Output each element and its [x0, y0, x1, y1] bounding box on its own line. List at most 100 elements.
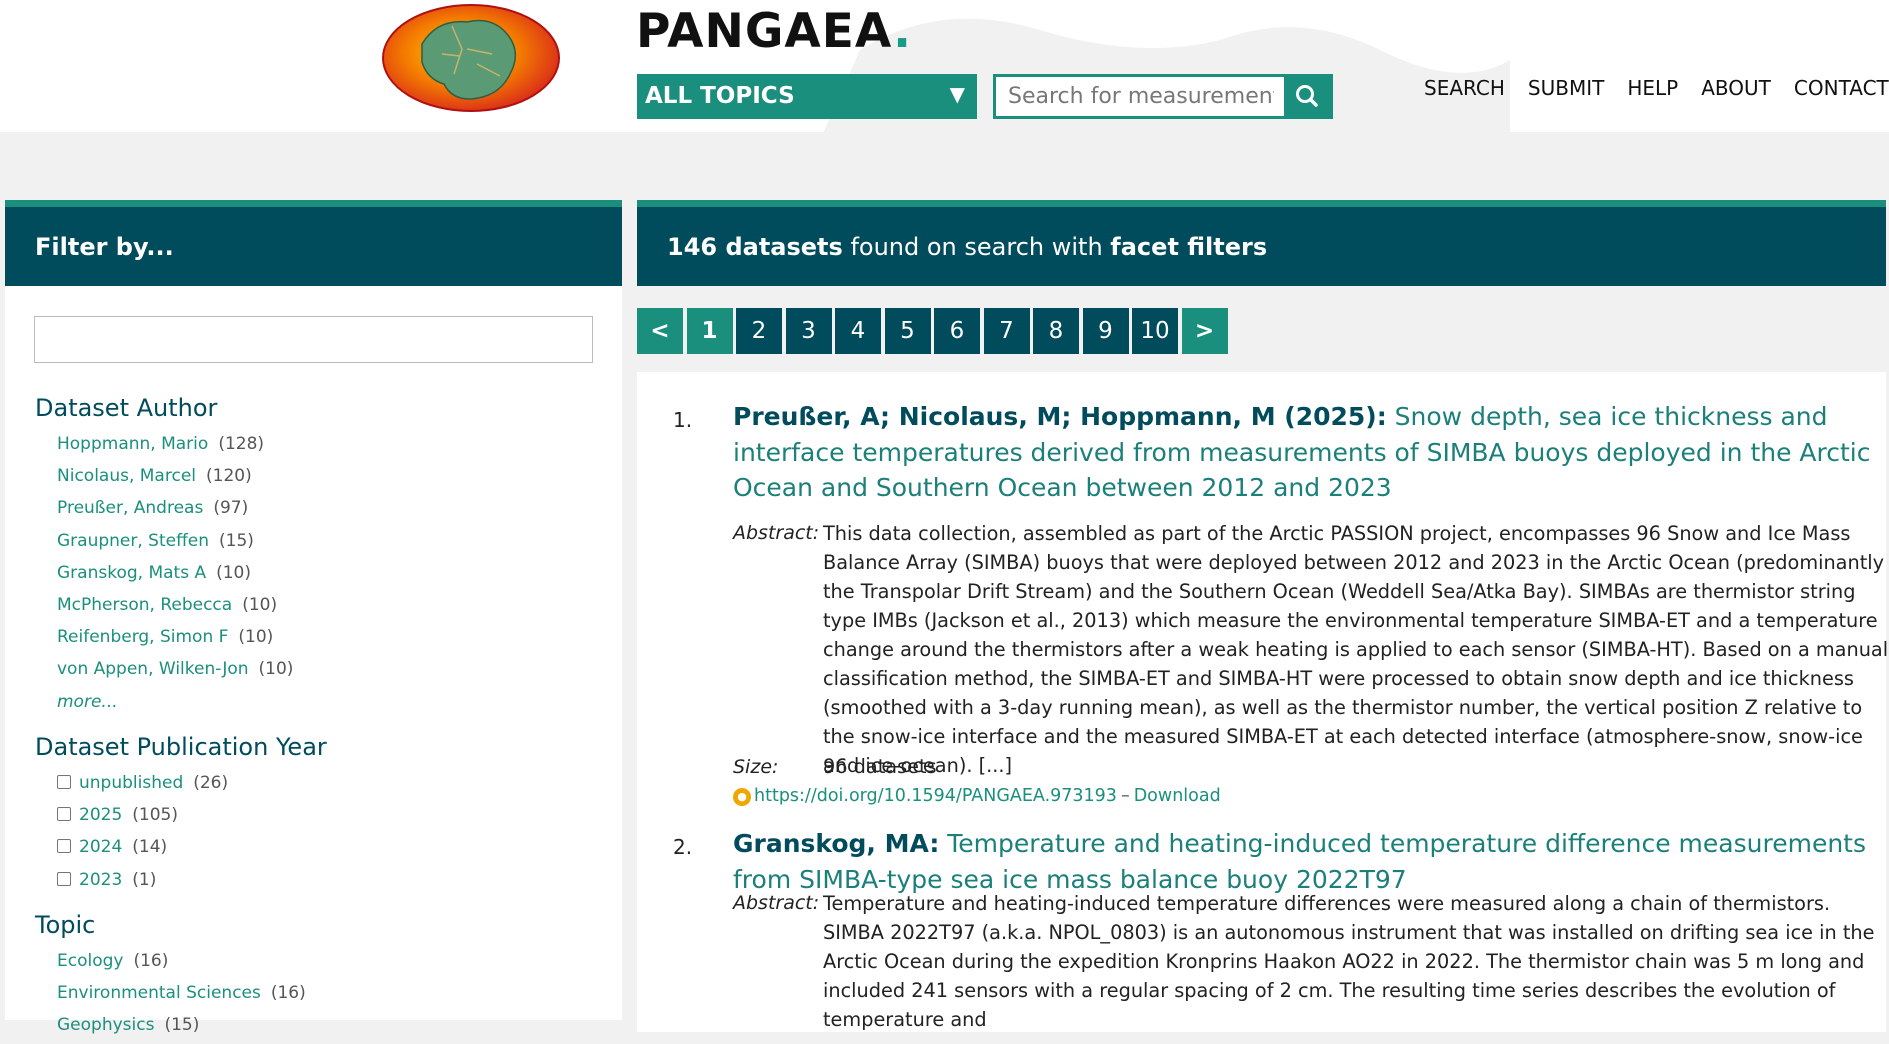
facet-item: unpublished (26) — [35, 769, 327, 801]
facet-item: 2025 (105) — [35, 801, 327, 833]
nav-submit[interactable]: SUBMIT — [1528, 76, 1604, 100]
facet-item: Graupner, Steffen (15) — [35, 527, 293, 559]
filter-sidebar: Filter by... Dataset Author Hoppmann, Ma… — [5, 200, 622, 1035]
facet-count: (128) — [218, 434, 265, 454]
dropdown-arrow-icon: ▼ — [949, 82, 965, 106]
pangaea-logo[interactable] — [382, 4, 560, 112]
facet-link[interactable]: Granskog, Mats A — [57, 563, 206, 583]
page-1[interactable]: 1 — [686, 308, 733, 354]
result-citation[interactable]: Granskog, MA: Temperature and heating-in… — [733, 826, 1873, 897]
facet-author: Dataset Author Hoppmann, Mario (128) Nico… — [35, 394, 293, 720]
facet-item: Ecology (16) — [35, 947, 306, 979]
page-8[interactable]: 8 — [1033, 308, 1079, 354]
facet-link[interactable]: Geophysics — [57, 1015, 154, 1035]
download-link[interactable]: Download — [1134, 786, 1221, 806]
abstract-label: Abstract: — [733, 522, 820, 544]
facet-checkbox[interactable] — [57, 807, 71, 822]
search-icon — [1296, 85, 1318, 107]
facet-link[interactable]: Hoppmann, Mario — [57, 434, 208, 454]
facet-count: (120) — [206, 466, 252, 487]
facet-item: Reifenberg, Simon F (10) — [35, 623, 293, 655]
nav-contact[interactable]: CONTACT — [1794, 76, 1889, 100]
facet-checkbox[interactable] — [57, 839, 71, 854]
facet-link[interactable]: 2023 — [79, 870, 122, 890]
result-authors[interactable]: Preußer, A; Nicolaus, M; Hoppmann, M (20… — [733, 402, 1387, 431]
facet-link[interactable]: unpublished — [79, 773, 183, 793]
facet-more-link[interactable]: more... — [57, 692, 118, 712]
size-label: Size: — [733, 756, 779, 778]
search-input[interactable] — [996, 77, 1286, 116]
facet-count: (1) — [132, 869, 157, 890]
facet-title: Topic — [35, 911, 96, 939]
facet-title: Dataset Author — [35, 394, 218, 422]
result-abstract: This data collection, assembled as part … — [823, 522, 1889, 777]
page-6[interactable]: 6 — [934, 308, 980, 354]
abstract-label: Abstract: — [733, 892, 820, 914]
topics-dropdown-label: ALL TOPICS — [645, 83, 795, 109]
page-prev[interactable]: < — [637, 308, 683, 354]
nav-help[interactable]: HELP — [1627, 76, 1678, 100]
facet-count: (10) — [242, 594, 278, 615]
facet-count: (15) — [219, 530, 254, 551]
doi-icon: ● — [733, 788, 751, 806]
facet-count: (16) — [270, 983, 306, 1004]
facet-link[interactable]: 2025 — [79, 805, 122, 825]
nav-search[interactable]: SEARCH — [1424, 76, 1505, 100]
page-5[interactable]: 5 — [884, 308, 931, 354]
page-next[interactable]: > — [1181, 308, 1228, 354]
facet-count: (16) — [133, 951, 169, 971]
result-size: 96 datasets — [823, 755, 937, 778]
topics-dropdown[interactable]: ALL TOPICS ▼ — [637, 74, 977, 119]
site-header: PANGAEA. ALL TOPICS ▼ SEARCH SUBMIT HELP… — [0, 0, 1889, 132]
facet-title: Dataset Publication Year — [35, 733, 327, 761]
result-authors[interactable]: Granskog, MA: — [733, 829, 939, 858]
search-button[interactable] — [1284, 77, 1330, 116]
pagination: < 1 2 3 4 5 6 7 8 9 10 > — [637, 308, 1231, 354]
page-7[interactable]: 7 — [983, 308, 1030, 354]
results-heading-filters: facet filters — [1110, 233, 1268, 261]
results-list: 1. Preußer, A; Nicolaus, M; Hoppmann, M … — [637, 372, 1889, 1032]
facet-count: (14) — [132, 837, 168, 858]
results-heading-text: found on search with — [842, 233, 1111, 261]
facet-link[interactable]: Environmental Sciences — [57, 983, 261, 1003]
facet-checkbox[interactable] — [57, 775, 71, 789]
page-3[interactable]: 3 — [785, 308, 832, 354]
results-heading: 146 datasets found on search with facet … — [637, 200, 1886, 286]
facet-link[interactable]: Nicolaus, Marcel — [57, 466, 196, 486]
result-citation[interactable]: Preußer, A; Nicolaus, M; Hoppmann, M (20… — [733, 399, 1873, 506]
facet-link[interactable]: von Appen, Wilken-Jon — [57, 659, 249, 679]
facet-count: (10) — [238, 627, 274, 648]
facet-item: von Appen, Wilken-Jon (10) — [35, 655, 293, 687]
result-number: 2. — [673, 835, 693, 859]
link-separator: – — [1120, 786, 1130, 806]
filter-input[interactable] — [34, 316, 593, 363]
facet-link[interactable]: Reifenberg, Simon F — [57, 627, 228, 647]
results-count: 146 datasets — [667, 233, 843, 261]
facet-item: Geophysics (15) — [35, 1011, 306, 1043]
page-4[interactable]: 4 — [835, 308, 881, 354]
top-navigation: SEARCH SUBMIT HELP ABOUT CONTACT — [1424, 76, 1889, 100]
page-9[interactable]: 9 — [1082, 308, 1129, 354]
facet-item: Nicolaus, Marcel (120) — [35, 462, 293, 494]
facet-count: (105) — [132, 805, 178, 826]
facet-link[interactable]: 2024 — [79, 837, 122, 857]
page-10[interactable]: 10 — [1132, 308, 1178, 354]
site-title[interactable]: PANGAEA. — [636, 4, 912, 59]
facet-link[interactable]: Graupner, Steffen — [57, 531, 209, 551]
facet-topic: Topic Ecology (16) Environmental Sciences… — [35, 911, 306, 1044]
facet-count: (15) — [164, 1015, 200, 1036]
facet-count: (97) — [213, 498, 249, 519]
doi-link[interactable]: https://doi.org/10.1594/PANGAEA.973193 — [754, 786, 1117, 806]
filter-heading: Filter by... — [5, 200, 622, 286]
facet-link[interactable]: Preußer, Andreas — [57, 498, 203, 518]
facet-checkbox[interactable] — [57, 871, 71, 886]
facet-item: Environmental Sciences (16) — [35, 979, 306, 1011]
facet-link[interactable]: McPherson, Rebecca — [57, 595, 232, 615]
nav-about[interactable]: ABOUT — [1701, 76, 1771, 100]
facet-link[interactable]: Ecology — [57, 951, 123, 971]
facet-item: Hoppmann, Mario (128) — [35, 430, 293, 462]
facet-item: 2023 (1) — [35, 866, 327, 898]
results-panel: 146 datasets found on search with facet … — [637, 200, 1888, 1032]
page-2[interactable]: 2 — [736, 308, 782, 354]
result-links: ● https://doi.org/10.1594/PANGAEA.973193–… — [733, 786, 1221, 806]
